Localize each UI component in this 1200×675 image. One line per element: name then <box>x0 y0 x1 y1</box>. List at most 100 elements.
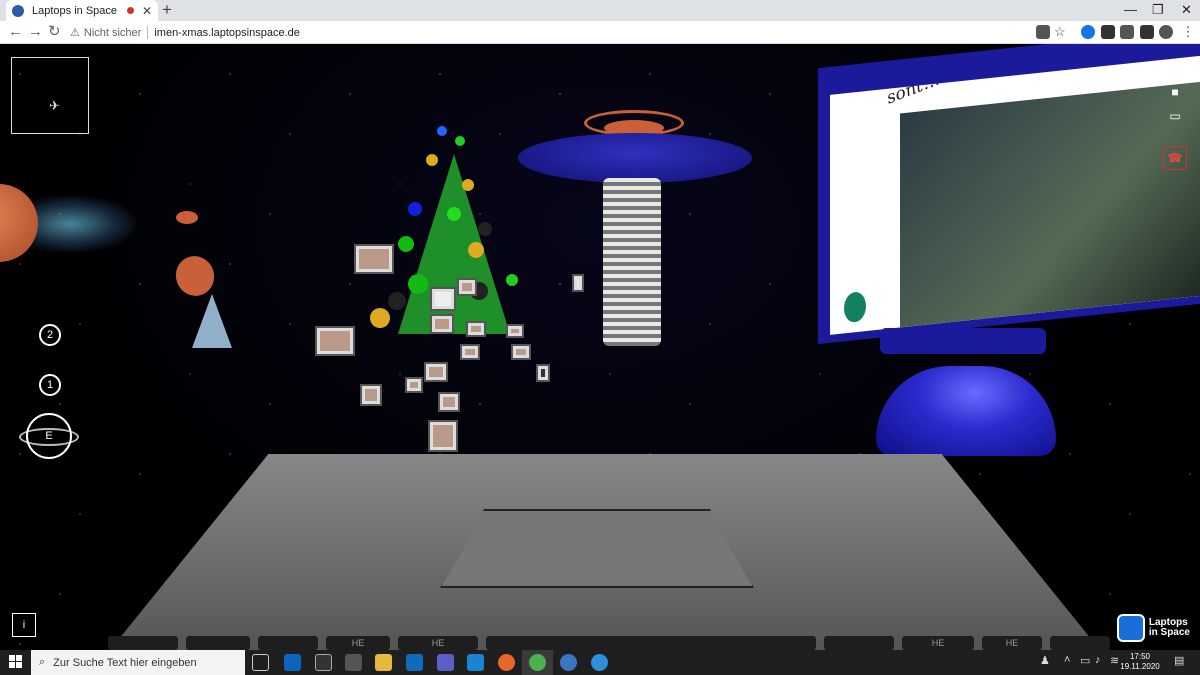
close-window-button[interactable]: ✕ <box>1181 1 1192 19</box>
info-button[interactable]: i <box>12 613 36 637</box>
screenshot-root: Laptops in Space ✕ + — ❐ ✕ ← → ↻ ⚠ Nicht… <box>0 0 1200 675</box>
keyboard-key: HE <box>398 636 478 650</box>
notifications-icon[interactable]: ▤ <box>1174 654 1184 667</box>
minimap[interactable]: ✈ <box>11 57 89 134</box>
screen-share-icon[interactable]: ▭ <box>1163 104 1187 128</box>
ornament <box>437 126 447 136</box>
security-label[interactable]: Nicht sicher <box>84 27 141 39</box>
extension-icon[interactable] <box>1081 25 1095 39</box>
chrome-icon[interactable] <box>529 654 546 671</box>
file-explorer-icon[interactable] <box>375 654 392 671</box>
task-view-icon[interactable] <box>252 654 269 671</box>
edge-icon[interactable] <box>284 654 301 671</box>
taskbar-clock[interactable]: 17:50 19.11.2020 <box>1118 652 1162 672</box>
participant-laptop[interactable] <box>511 344 531 360</box>
participant-laptop[interactable] <box>438 392 460 412</box>
volume-icon[interactable]: ♪ <box>1095 654 1101 666</box>
participant-laptop[interactable] <box>360 384 382 406</box>
participant-laptop[interactable] <box>572 274 584 292</box>
keyboard-key <box>1050 636 1110 650</box>
profile-avatar-icon[interactable] <box>1159 25 1173 39</box>
windows-start-icon[interactable] <box>9 655 22 668</box>
address-separator <box>147 26 149 39</box>
teams-icon[interactable] <box>437 654 454 671</box>
participant-laptop[interactable] <box>460 344 480 360</box>
participant-laptop[interactable] <box>506 324 524 338</box>
laptop-logo-icon <box>1116 614 1145 642</box>
recording-icon <box>126 7 134 14</box>
reload-icon[interactable]: ↻ <box>48 23 61 41</box>
participant-laptop[interactable] <box>466 321 486 337</box>
participant-laptop[interactable] <box>536 364 550 382</box>
ornament <box>370 308 390 328</box>
back-arrow-icon[interactable]: ← <box>8 23 23 41</box>
new-tab-button[interactable]: + <box>162 1 172 19</box>
minimize-button[interactable]: — <box>1124 1 1137 19</box>
telegram-icon[interactable] <box>591 654 608 671</box>
camera-icon[interactable]: ■ <box>1163 80 1187 104</box>
earth-floor-button[interactable]: E <box>26 413 72 459</box>
extension-icon[interactable] <box>1101 25 1115 39</box>
screen-base <box>880 328 1046 354</box>
participant-laptop[interactable] <box>405 377 423 393</box>
forward-arrow-icon[interactable]: → <box>28 23 43 41</box>
participant-laptop[interactable] <box>315 326 355 356</box>
people-icon[interactable]: ♟ <box>1040 654 1050 667</box>
camera-indicator-icon[interactable] <box>1036 25 1050 39</box>
floor-2-button[interactable]: 2 <box>39 324 61 346</box>
hangup-icon[interactable]: ☎ <box>1163 146 1187 170</box>
app-icon[interactable] <box>345 654 362 671</box>
taskbar-search-input[interactable]: ⌕ Zur Suche Text hier eingeben <box>31 650 245 675</box>
screen-content: sont… was … <box>830 55 1200 335</box>
vscode-icon[interactable] <box>467 654 484 671</box>
tray-chevron-icon[interactable]: ˄ <box>1064 654 1070 666</box>
floor-1-button[interactable]: 1 <box>39 374 61 396</box>
participant-laptop[interactable] <box>428 420 458 452</box>
browser-tabbar: Laptops in Space ✕ + — ❐ ✕ <box>0 0 1200 21</box>
search-icon: ⌕ <box>39 656 46 668</box>
mic-off-icon[interactable]: ✕ <box>1163 58 1187 82</box>
menu-kebab-icon[interactable]: ⋮ <box>1181 25 1195 39</box>
ufo-body <box>518 133 752 183</box>
participant-laptop[interactable] <box>430 287 456 311</box>
tab-close-icon[interactable]: ✕ <box>142 4 152 18</box>
outlook-icon[interactable] <box>406 654 423 671</box>
spring-column <box>603 178 661 346</box>
floating-disc <box>176 211 198 224</box>
extension-icon[interactable] <box>1140 25 1154 39</box>
terminal-icon[interactable] <box>315 654 332 671</box>
site-favicon-icon <box>12 4 24 17</box>
ornament <box>506 274 518 286</box>
ornament <box>447 207 461 221</box>
keyboard-key <box>186 636 250 650</box>
keyboard-spacebar <box>486 636 816 650</box>
extensions-puzzle-icon[interactable] <box>1120 25 1134 39</box>
clock-time: 17:50 <box>1129 652 1151 661</box>
firefox-icon[interactable] <box>498 654 515 671</box>
ornament <box>408 202 422 216</box>
participant-laptop[interactable] <box>430 314 454 334</box>
warning-icon: ⚠ <box>70 27 80 39</box>
participant-laptop[interactable] <box>424 362 448 382</box>
address-bar[interactable]: ⚠ Nicht sicher imen-xmas.laptopsinspace.… <box>70 23 1070 42</box>
url-text[interactable]: imen-xmas.laptopsinspace.de <box>154 27 300 39</box>
ornament <box>462 179 474 191</box>
space-scene-canvas[interactable]: sont… was … ✈ 2 1 E ✕ ■ ▭ ☎ HE HE HE HE … <box>0 44 1200 650</box>
app-icon[interactable] <box>560 654 577 671</box>
presentation-screen[interactable]: sont… was … <box>818 44 1200 345</box>
windows-taskbar: ⌕ Zur Suche Text hier eingeben ♟ ˄ ▭ ♪ ≋… <box>0 650 1200 675</box>
keyboard-key: HE <box>982 636 1042 650</box>
cone-object <box>192 294 232 348</box>
ornament <box>398 236 414 252</box>
participant-laptop[interactable] <box>354 244 394 274</box>
bookmark-star-icon[interactable]: ☆ <box>1054 25 1068 39</box>
restore-button[interactable]: ❐ <box>1152 1 1164 19</box>
network-icon[interactable]: ▭ <box>1080 654 1090 667</box>
participant-laptop[interactable] <box>457 278 477 296</box>
browser-tab[interactable]: Laptops in Space ✕ <box>6 0 158 21</box>
keyboard-key: HE <box>902 636 974 650</box>
keyboard-key <box>824 636 894 650</box>
ornament <box>468 242 484 258</box>
keyboard-key <box>258 636 318 650</box>
screen-text: sont… was … <box>884 55 1001 109</box>
